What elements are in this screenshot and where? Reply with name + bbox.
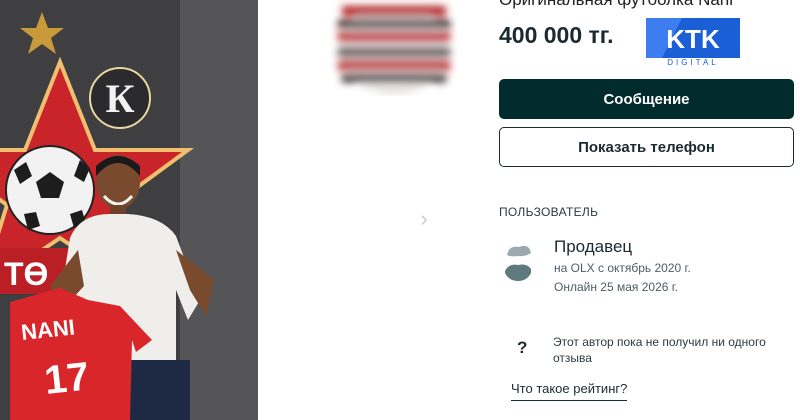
thumbnail-image[interactable] xyxy=(330,0,460,96)
photo-scene: К ТӨ NANI 17 xyxy=(0,0,258,420)
seller-name[interactable]: Продавец xyxy=(554,237,632,257)
ktk-watermark-logo: KTK DIGITAL xyxy=(642,14,744,66)
rating-status-text: Этот автор пока не получил ни одного отз… xyxy=(553,335,766,365)
seller-online-status: Онлайн 25 мая 2026 г. xyxy=(554,280,679,294)
club-letter: К xyxy=(105,76,134,121)
listing-photo[interactable]: К ТӨ NANI 17 xyxy=(0,0,258,420)
message-button[interactable]: Сообщение xyxy=(499,79,794,119)
ktk-brand-text: KTK xyxy=(666,24,720,54)
listing-title: Оригинальная футболка Nani xyxy=(499,0,789,10)
user-section-label: ПОЛЬЗОВАТЕЛЬ xyxy=(499,205,599,219)
listing-price: 400 000 тг. xyxy=(499,22,614,48)
ktk-sub-text: DIGITAL xyxy=(667,58,719,66)
club-partial-text: ТӨ xyxy=(4,256,48,292)
user-avatar-icon[interactable] xyxy=(503,241,533,281)
what-is-rating-link[interactable]: Что такое рейтинг? xyxy=(511,381,628,401)
show-phone-button[interactable]: Показать телефон xyxy=(499,127,794,167)
question-icon: ? xyxy=(517,338,528,357)
seller-since: на OLX с октябрь 2020 г. xyxy=(554,261,691,275)
gallery-next-icon[interactable]: › xyxy=(416,206,432,232)
jersey-number: 17 xyxy=(42,355,91,403)
